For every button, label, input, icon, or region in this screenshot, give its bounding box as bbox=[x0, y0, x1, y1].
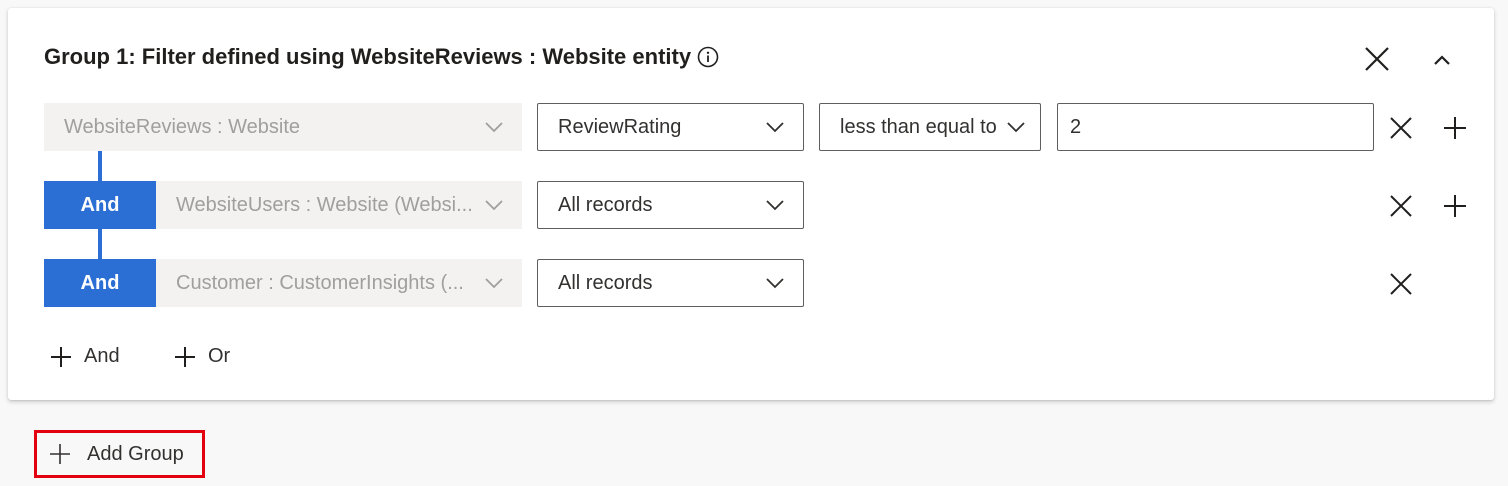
row1-add-plus-icon[interactable] bbox=[1442, 115, 1468, 141]
add-and-button[interactable]: And bbox=[50, 345, 120, 368]
plus-icon bbox=[50, 444, 70, 464]
row1-remove-close-icon[interactable] bbox=[1388, 115, 1414, 141]
row3-entity-dropdown: Customer : CustomerInsights (... bbox=[156, 259, 522, 307]
row1-field-dropdown[interactable]: ReviewRating bbox=[537, 103, 804, 151]
row3-and-badge: And bbox=[44, 259, 156, 307]
row1-entity-dropdown: WebsiteReviews : Website bbox=[44, 103, 522, 151]
plus-icon bbox=[175, 346, 195, 367]
plus-icon bbox=[51, 346, 71, 367]
row2-add-plus-icon[interactable] bbox=[1442, 193, 1468, 219]
remove-group-close-icon[interactable] bbox=[1360, 42, 1394, 76]
chevron-down-icon bbox=[766, 278, 784, 289]
info-icon[interactable] bbox=[697, 46, 719, 68]
filter-group-card: Group 1: Filter defined using WebsiteRev… bbox=[8, 8, 1494, 400]
add-and-label: And bbox=[84, 345, 120, 367]
chevron-down-icon bbox=[485, 122, 503, 133]
row2-entity-dropdown: WebsiteUsers : Website (Websi... bbox=[156, 181, 522, 229]
add-group-button[interactable]: Add Group bbox=[34, 430, 205, 478]
group-title: Group 1: Filter defined using WebsiteRev… bbox=[44, 44, 719, 70]
add-or-button[interactable]: Or bbox=[174, 345, 230, 368]
row1-value-input[interactable] bbox=[1057, 103, 1374, 151]
chevron-down-icon bbox=[766, 200, 784, 211]
add-or-label: Or bbox=[208, 345, 231, 367]
chevron-down-icon bbox=[485, 278, 503, 289]
and-connector-line bbox=[98, 229, 102, 259]
row1-operator-dropdown[interactable]: less than equal to bbox=[819, 103, 1041, 151]
row2-and-badge: And bbox=[44, 181, 156, 229]
group-title-text: Group 1: Filter defined using WebsiteRev… bbox=[44, 44, 692, 69]
and-connector-line bbox=[98, 151, 102, 181]
row2-remove-close-icon[interactable] bbox=[1388, 193, 1414, 219]
chevron-down-icon bbox=[485, 200, 503, 211]
row3-field-dropdown[interactable]: All records bbox=[537, 259, 804, 307]
add-group-label: Add Group bbox=[87, 442, 184, 465]
chevron-down-icon bbox=[766, 122, 784, 133]
collapse-chevron-up-icon[interactable] bbox=[1428, 46, 1456, 74]
row3-remove-close-icon[interactable] bbox=[1388, 271, 1414, 297]
chevron-down-icon bbox=[1007, 122, 1025, 133]
row2-field-dropdown[interactable]: All records bbox=[537, 181, 804, 229]
